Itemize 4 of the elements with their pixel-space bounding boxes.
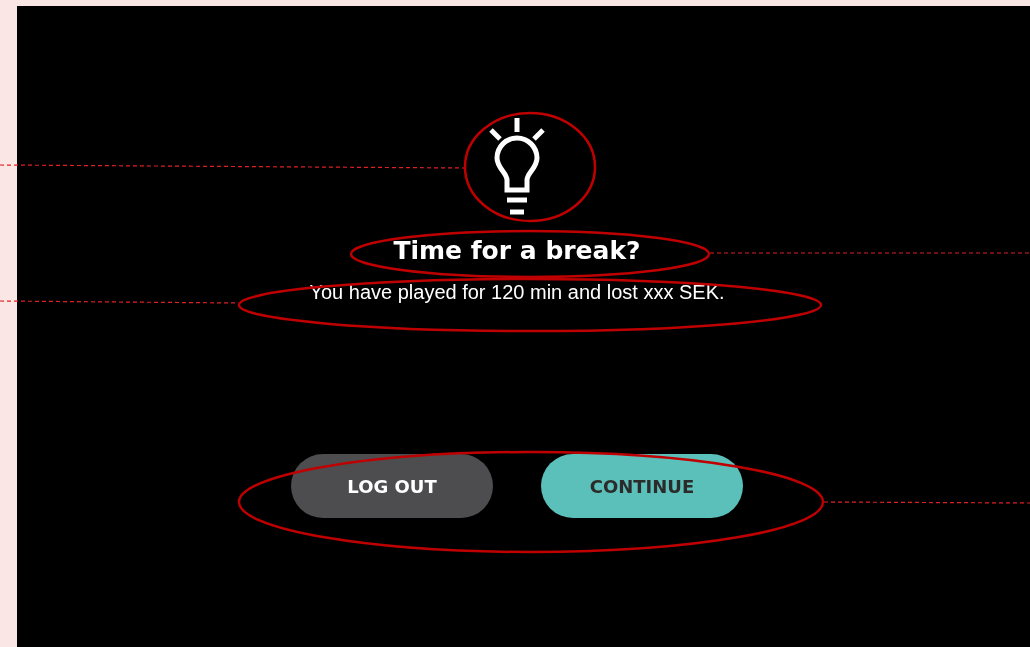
continue-button[interactable]: CONTINUE bbox=[541, 454, 743, 518]
dialog-title: Time for a break? bbox=[393, 236, 641, 266]
log-out-button[interactable]: LOG OUT bbox=[291, 454, 493, 518]
dialog-message: You have played for 120 min and lost xxx SEK. bbox=[309, 280, 725, 304]
